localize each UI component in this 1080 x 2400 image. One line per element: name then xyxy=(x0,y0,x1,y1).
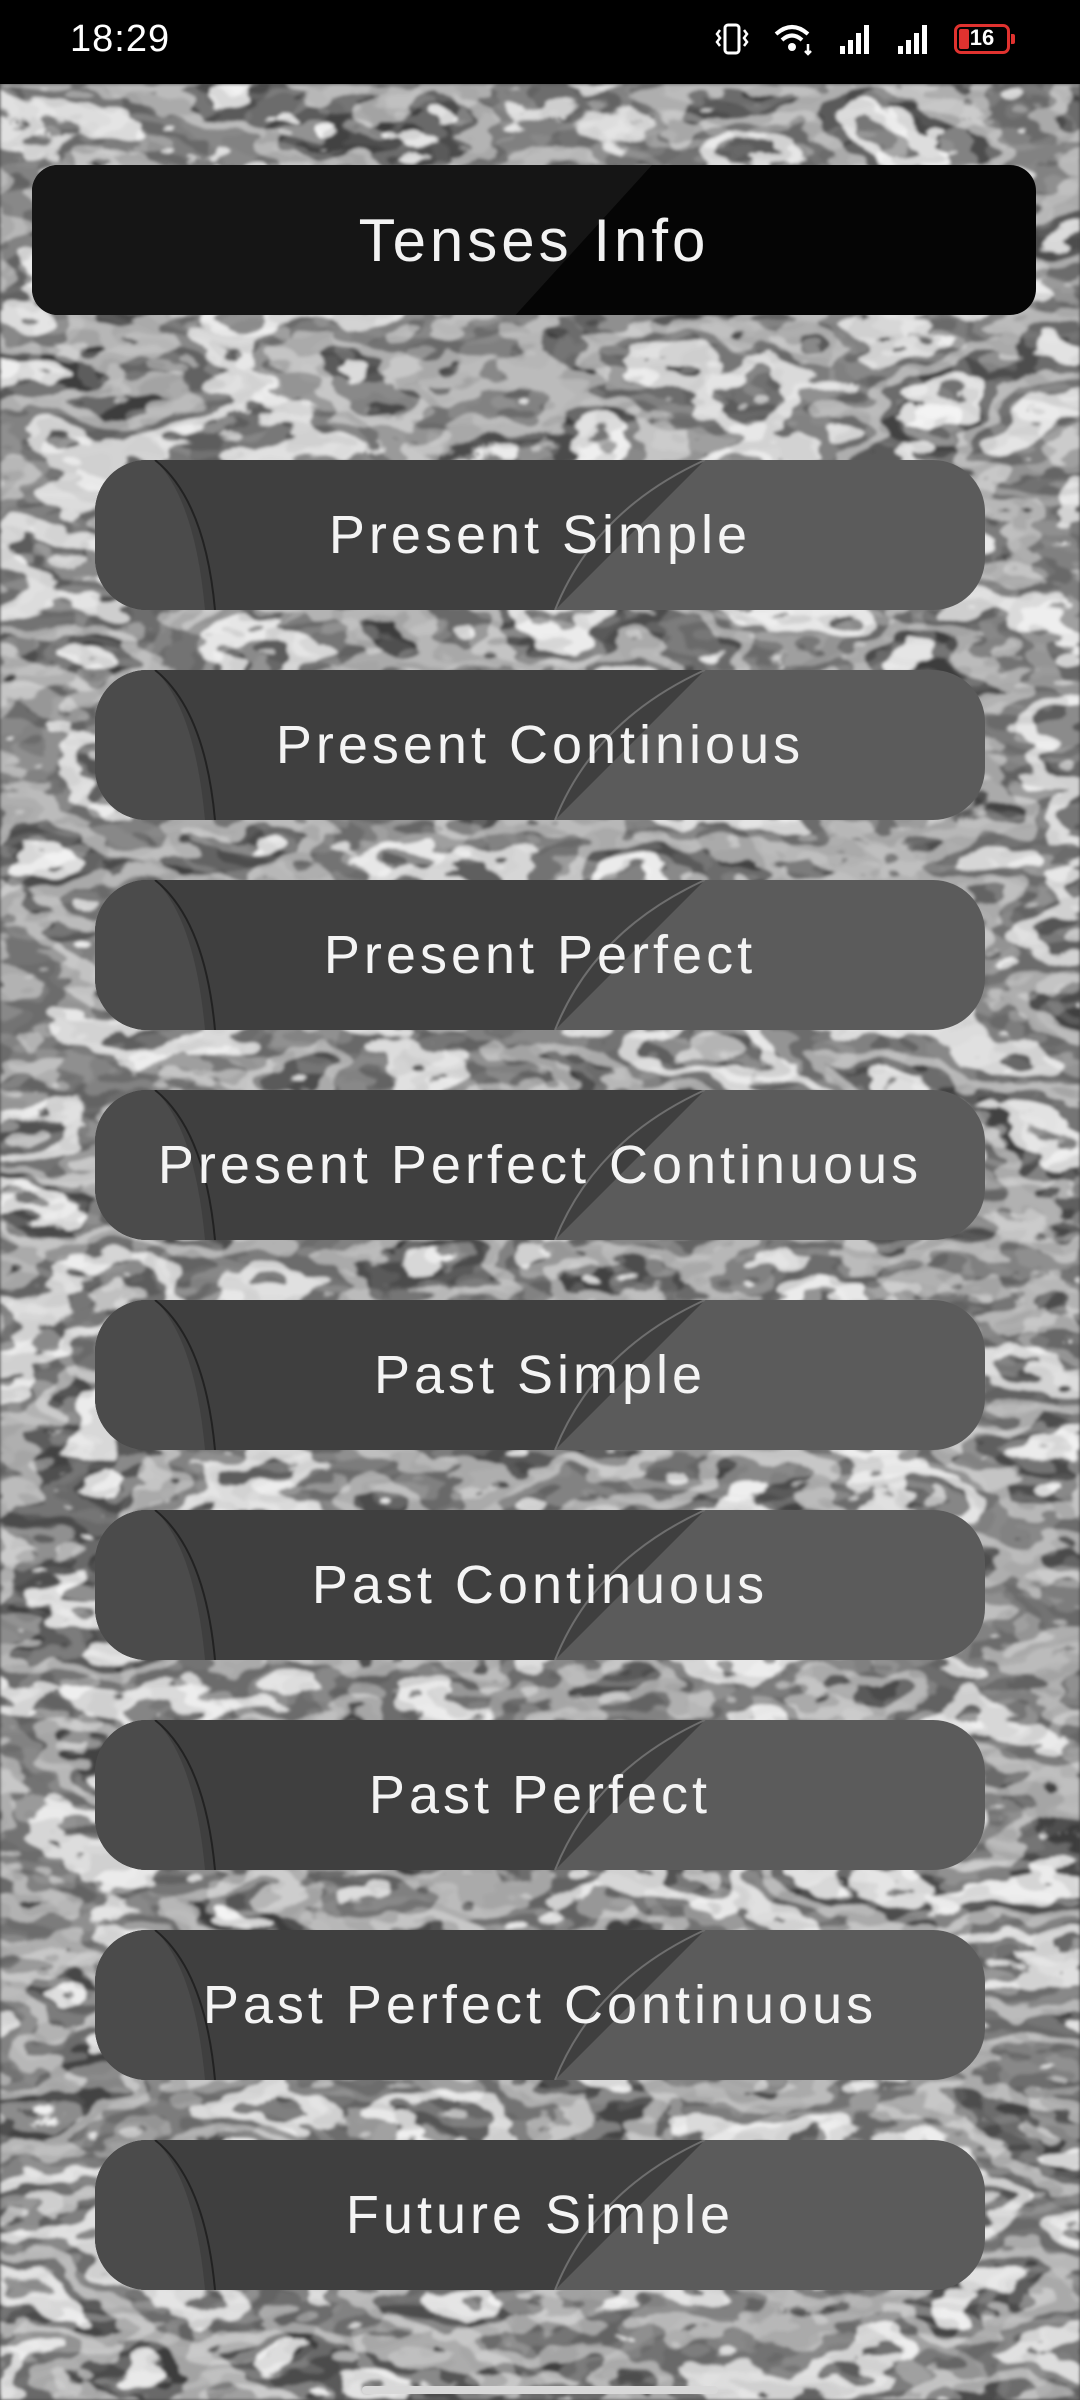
tense-button-present-continious[interactable]: Present Continious xyxy=(95,670,985,820)
tense-button-past-simple[interactable]: Past Simple xyxy=(95,1300,985,1450)
tense-button-present-perfect[interactable]: Present Perfect xyxy=(95,880,985,1030)
battery-icon: 16 xyxy=(954,24,1015,54)
signal-icon xyxy=(896,22,932,56)
tense-button-label: Present Continious xyxy=(275,715,805,775)
tense-button-label: Past Perfect Continuous xyxy=(202,1975,878,2035)
tense-button-label: Past Perfect xyxy=(368,1765,712,1825)
tense-button-label: Future Simple xyxy=(345,2185,735,2245)
signal-icon xyxy=(838,22,874,56)
tense-button-present-perfect-continuous[interactable]: Present Perfect Continuous xyxy=(95,1090,985,1240)
tense-button-label: Past Continuous xyxy=(311,1555,769,1615)
tense-button-label: Present Simple xyxy=(328,505,752,565)
app-screen: 18:29 16 Tenses Info Present Simple Pres… xyxy=(0,0,1080,2400)
tense-button-past-perfect-continuous[interactable]: Past Perfect Continuous xyxy=(95,1930,985,2080)
page-title: Tenses Info xyxy=(358,206,710,274)
header-banner: Tenses Info xyxy=(32,165,1036,315)
status-icons: 16 xyxy=(714,22,1015,56)
tense-button-present-simple[interactable]: Present Simple xyxy=(95,460,985,610)
tense-list: Present Simple Present Continious Presen… xyxy=(95,460,985,2350)
tense-button-future-simple[interactable]: Future Simple xyxy=(95,2140,985,2290)
wifi-icon xyxy=(772,22,816,56)
status-bar: 18:29 16 xyxy=(0,0,1080,84)
home-indicator[interactable] xyxy=(362,2386,718,2394)
vibrate-icon xyxy=(714,22,750,56)
status-time: 18:29 xyxy=(70,18,171,60)
tense-button-label: Present Perfect Continuous xyxy=(157,1135,923,1195)
tense-button-past-continuous[interactable]: Past Continuous xyxy=(95,1510,985,1660)
tense-button-past-perfect[interactable]: Past Perfect xyxy=(95,1720,985,1870)
battery-level: 16 xyxy=(969,25,995,50)
tense-button-label: Present Perfect xyxy=(323,925,757,985)
tense-button-label: Past Simple xyxy=(373,1345,707,1405)
